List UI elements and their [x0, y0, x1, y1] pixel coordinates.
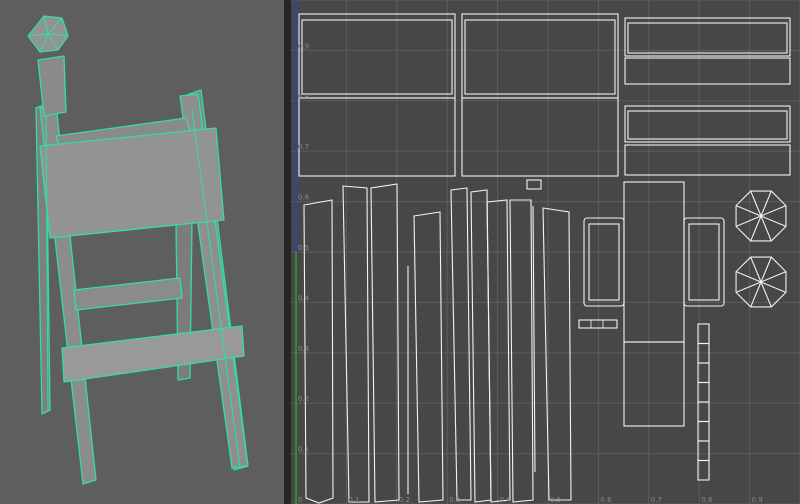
y-tick-label: 0.8 [298, 93, 309, 101]
x-tick-label: 0.1 [348, 496, 359, 504]
uv-shell-small [526, 179, 542, 190]
maya-app-window: 0 0.1 0.2 0.3 0.4 0.5 0.6 0.7 0.8 0.9 0.9 0.8 0.7 0.… [0, 0, 800, 504]
y-tick-label: 0.5 [298, 244, 309, 252]
y-tick-label: 0.3 [298, 345, 309, 353]
panel-divider[interactable] [284, 0, 291, 504]
y-tick-label: 0.9 [298, 42, 309, 50]
x-tick-label: 0.3 [449, 496, 460, 504]
uv-strip-3 [370, 183, 400, 503]
uv-strip-8 [509, 199, 534, 503]
y-tick-label: 0.7 [298, 143, 309, 151]
uv-canvas[interactable]: 0 0.1 0.2 0.3 0.4 0.5 0.6 0.7 0.8 0.9 0.90.80.70.… [291, 0, 800, 504]
x-tick-label: 0.4 [500, 496, 512, 504]
y-tick-label: 0.6 [298, 194, 310, 202]
x-tick-label: 0.7 [651, 496, 662, 504]
y-tick-label: 0.1 [298, 446, 309, 454]
uv-shell-rail-a [624, 17, 791, 85]
uv-shell-board-a [298, 13, 456, 99]
viewport-canvas[interactable] [0, 0, 284, 504]
uv-texture-editor[interactable]: 0 0.1 0.2 0.3 0.4 0.5 0.6 0.7 0.8 0.9 0.9 0.8 0.7 0.… [291, 0, 800, 504]
y-tick-label: 0.2 [298, 395, 309, 403]
uv-shell-caps [735, 190, 787, 308]
uv-shell-board-d [461, 97, 619, 177]
uv-y-tick-labels: 0.9 0.8 0.7 0.6 0.5 0.4 0.3 0.2 0.1 [298, 42, 310, 453]
x-tick-label: 0.5 [550, 496, 561, 504]
x-tick-label: 0.6 [600, 496, 612, 504]
uv-strip-4 [413, 211, 444, 503]
x-tick-label: 0 [298, 496, 302, 504]
uv-shell-board-c [298, 97, 456, 177]
y-tick-label: 0.4 [298, 294, 310, 302]
uv-strip-7 [486, 199, 511, 503]
x-tick-label: 0.2 [399, 496, 410, 504]
perspective-viewport[interactable] [0, 0, 284, 504]
uv-shell-board-b [461, 13, 619, 99]
step-board [61, 325, 245, 383]
uv-shell-rail-b [624, 105, 791, 176]
x-tick-label: 0.9 [752, 496, 763, 504]
uv-shells [298, 13, 791, 504]
uv-strip-sliver-2 [532, 205, 536, 473]
middle-rail [73, 277, 183, 311]
uv-shell-box-unwrap [583, 181, 725, 427]
x-tick-label: 0.8 [701, 496, 712, 504]
